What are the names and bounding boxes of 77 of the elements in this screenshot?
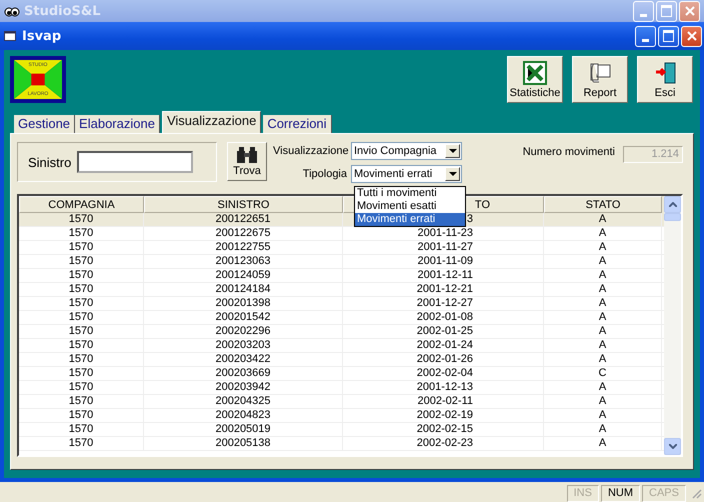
table-cell: A	[544, 297, 662, 310]
table-cell: 1570	[19, 437, 144, 450]
table-cell: 2002-01-26	[343, 353, 544, 366]
table-cell: 2002-02-04	[343, 367, 544, 380]
table-cell: 2002-02-23	[343, 437, 544, 450]
status-indicator: INS	[566, 484, 599, 502]
table-cell: 200201542	[144, 311, 343, 324]
table-cell: 1570	[19, 227, 144, 240]
table-cell: A	[544, 423, 662, 436]
table-cell: A	[544, 241, 662, 254]
table-cell: 1570	[19, 325, 144, 338]
count-label: Numero movimenti	[522, 146, 615, 158]
table-cell: 200122755	[144, 241, 343, 254]
table-cell: 2001-11-27	[343, 241, 544, 254]
table-cell: A	[544, 437, 662, 450]
table-cell: 200124059	[144, 269, 343, 282]
status-indicator: NUM	[600, 484, 640, 502]
table-cell: 1570	[19, 213, 144, 226]
table-cell: 1570	[19, 241, 144, 254]
table-cell: 1570	[19, 409, 144, 422]
table-cell: 2002-02-15	[343, 423, 544, 436]
table-cell: 2002-01-08	[343, 311, 544, 324]
table-cell: 200203669	[144, 367, 343, 380]
table-cell: A	[544, 255, 662, 268]
table-cell: 1570	[19, 311, 144, 324]
table-cell: 2002-02-11	[343, 395, 544, 408]
table-cell: 1570	[19, 283, 144, 296]
status-indicator: CAPS	[642, 484, 686, 502]
filter-label: Tipologia	[302, 168, 347, 180]
table-cell: 1570	[19, 395, 144, 408]
window-title: StudioS&L	[24, 4, 101, 18]
table-cell: 2002-01-25	[343, 325, 544, 338]
table-cell: 1570	[19, 339, 144, 352]
table-cell: 200203422	[144, 353, 343, 366]
table-cell: 200122675	[144, 227, 343, 240]
table-cell: 2001-12-21	[343, 283, 544, 296]
table-cell: 200122651	[144, 213, 343, 226]
table-cell: 1570	[19, 297, 144, 310]
table-cell: A	[544, 269, 662, 282]
table-cell: 1570	[19, 269, 144, 282]
table-cell: 1570	[19, 353, 144, 366]
table-cell: 200203942	[144, 381, 343, 394]
table-cell: 2001-11-09	[343, 255, 544, 268]
table-cell: A	[544, 353, 662, 366]
table-cell: 200204823	[144, 409, 343, 422]
table-cell: 1570	[19, 367, 144, 380]
table-cell: A	[544, 325, 662, 338]
field-label: Sinistro	[28, 154, 72, 170]
table-cell: C	[544, 367, 662, 380]
table-cell: 1570	[19, 423, 144, 436]
table-cell: A	[544, 395, 662, 408]
table-cell: 1570	[19, 255, 144, 268]
table-cell: 2001-12-13	[343, 381, 544, 394]
table-cell: A	[544, 381, 662, 394]
table-cell: A	[544, 213, 662, 226]
table-cell: A	[544, 311, 662, 324]
table-cell: 200201398	[144, 297, 343, 310]
table-cell: 1570	[19, 381, 144, 394]
table-cell: 200205138	[144, 437, 343, 450]
window-title: Isvap	[22, 28, 62, 44]
table-cell: 2002-01-24	[343, 339, 544, 352]
table-cell: 200203203	[144, 339, 343, 352]
filter-label: Visualizzazione	[273, 145, 347, 157]
count-field: 1.214	[623, 146, 683, 163]
table-cell: 2001-12-11	[343, 269, 544, 282]
table-cell: A	[544, 409, 662, 422]
table-cell: 2001-11-23	[343, 227, 544, 240]
table-cell: A	[544, 227, 662, 240]
table-cell: A	[544, 339, 662, 352]
table-cell: 2001-12-27	[343, 297, 544, 310]
table-cell: 2002-02-19	[343, 409, 544, 422]
table-cell: 200123063	[144, 255, 343, 268]
table-cell: A	[544, 283, 662, 296]
table-cell: 200205019	[144, 423, 343, 436]
table-cell: 200202296	[144, 325, 343, 338]
table-cell: 200204325	[144, 395, 343, 408]
table-cell: 200124184	[144, 283, 343, 296]
